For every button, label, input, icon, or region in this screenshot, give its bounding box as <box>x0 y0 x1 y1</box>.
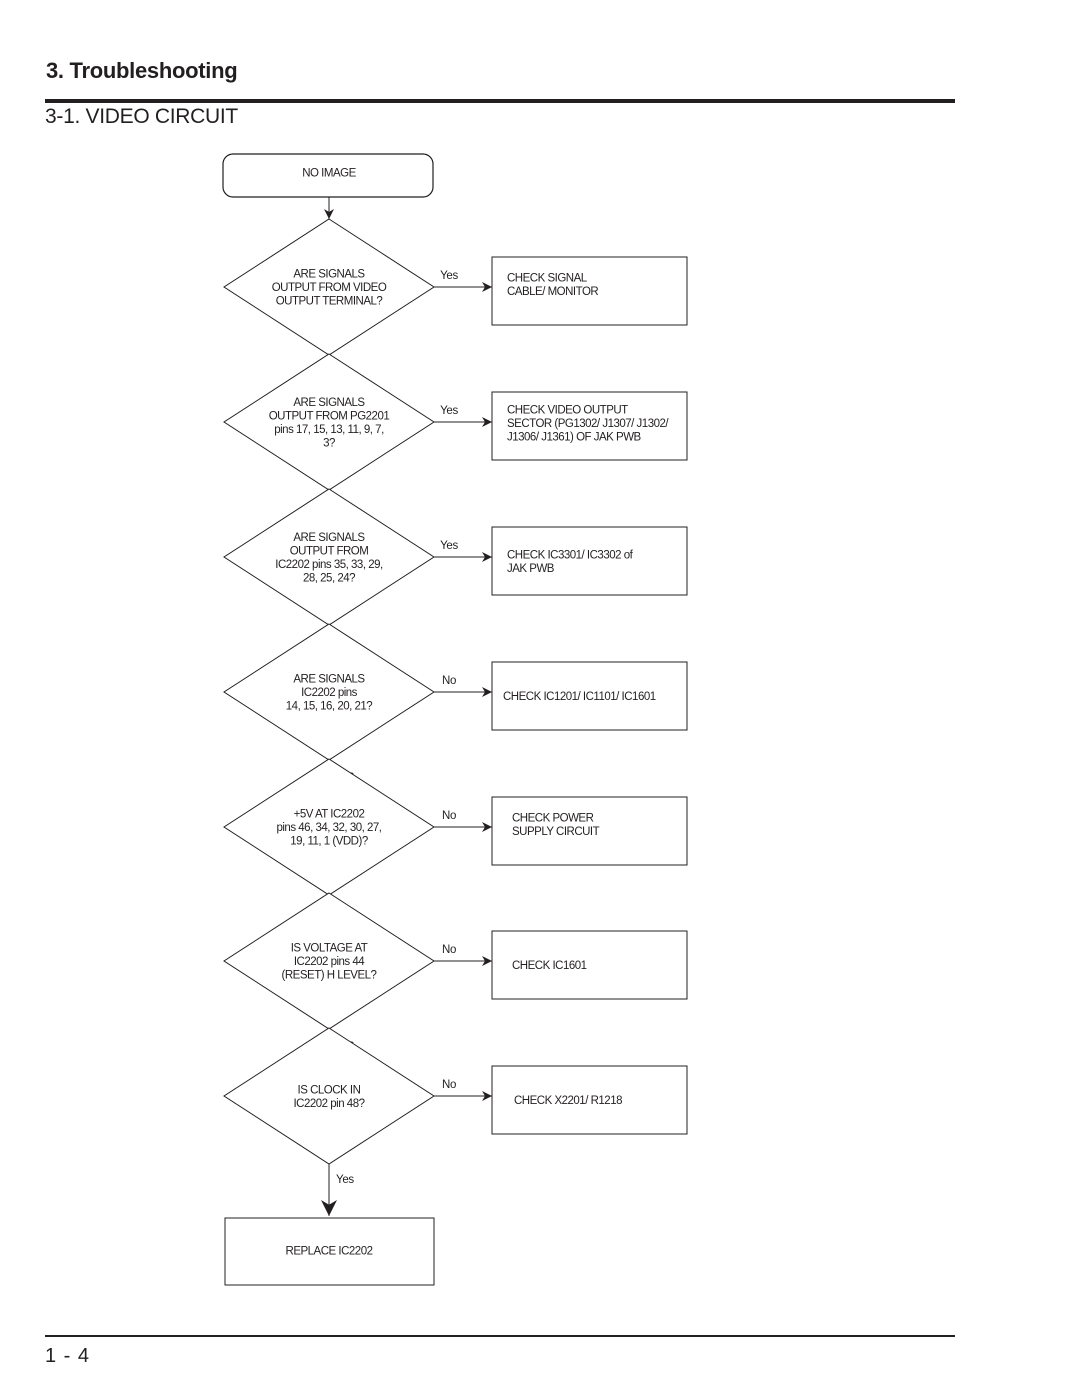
decision-text-line: (RESET) H LEVEL? <box>282 970 377 982</box>
side-branch-label: No <box>442 944 456 956</box>
decision-text-line: pins 46, 34, 32, 30, 27, <box>276 822 381 834</box>
side-branch-label: No <box>442 675 456 687</box>
down-branch-label: Yes <box>336 1174 354 1186</box>
decision-text-line: 14, 15, 16, 20, 21? <box>286 701 373 713</box>
decision-text-line: IS VOLTAGE AT <box>291 943 368 955</box>
decision-text-line: IC2202 pins 44 <box>294 956 365 968</box>
side-branch-label: No <box>442 810 456 822</box>
side-branch-label: Yes <box>440 540 458 552</box>
decision-text-line: OUTPUT TERMINAL? <box>276 296 383 308</box>
action-text-line: CHECK VIDEO OUTPUT <box>507 405 628 417</box>
decision-text-line: IC2202 pins <box>301 687 358 699</box>
decision-text-line: ARE SIGNALS <box>293 532 365 544</box>
action-text-line: SECTOR (PG1302/ J1307/ J1302/ <box>507 418 669 430</box>
decision-text-line: OUTPUT FROM PG2201 <box>269 410 390 422</box>
action-text-line: CHECK IC3301/ IC3302 of <box>507 549 634 561</box>
decision-text-line: ARE SIGNALS <box>293 397 365 409</box>
action-text-line: SUPPLY CIRCUIT <box>512 826 600 838</box>
action-text-line: CHECK IC1201/ IC1101/ IC1601 <box>503 691 656 703</box>
action-text-line: CHECK IC1601 <box>512 960 587 972</box>
decision-text-line: IC2202 pin 48? <box>293 1098 364 1110</box>
decision-text-line: 19, 11, 1 (VDD)? <box>290 836 368 848</box>
decision-text-line: OUTPUT FROM <box>290 545 369 557</box>
end-node-text-line: REPLACE IC2202 <box>286 1246 373 1258</box>
action-text-line: CHECK SIGNAL <box>507 272 588 284</box>
troubleshooting-flowchart: NO IMAGEARE SIGNALSOUTPUT FROM VIDEOOUTP… <box>222 153 688 1286</box>
side-branch-label: Yes <box>440 270 458 282</box>
decision-text-line: ARE SIGNALS <box>293 674 365 686</box>
action-text-line: CHECK X2201/ R1218 <box>514 1095 622 1107</box>
decision-text-line: 28, 25, 24? <box>303 572 355 584</box>
side-branch-label: Yes <box>440 405 458 417</box>
start-node-text-line: NO IMAGE <box>302 168 356 180</box>
action-text-line: CABLE/ MONITOR <box>507 286 598 298</box>
action-text-line: CHECK POWER <box>512 812 594 824</box>
decision-text-line: ARE SIGNALS <box>293 269 365 281</box>
footer-divider <box>45 1335 955 1337</box>
decision-text-line: IC2202 pins 35, 33, 29, <box>275 559 383 571</box>
decision-text-line: 3? <box>323 437 335 449</box>
decision-text-line: OUTPUT FROM VIDEO <box>272 282 387 294</box>
side-branch-label: No <box>442 1079 456 1091</box>
decision-text-line: IS CLOCK IN <box>298 1084 361 1096</box>
action-text-line: J1306/ J1361) OF JAK PWB <box>507 432 642 444</box>
decision-text-line: pins 17, 15, 13, 11, 9, 7, <box>274 424 384 436</box>
page-number: 1 - 4 <box>45 1345 91 1367</box>
action-text-line: JAK PWB <box>507 563 555 575</box>
decision-text-line: +5V AT IC2202 <box>294 809 365 821</box>
